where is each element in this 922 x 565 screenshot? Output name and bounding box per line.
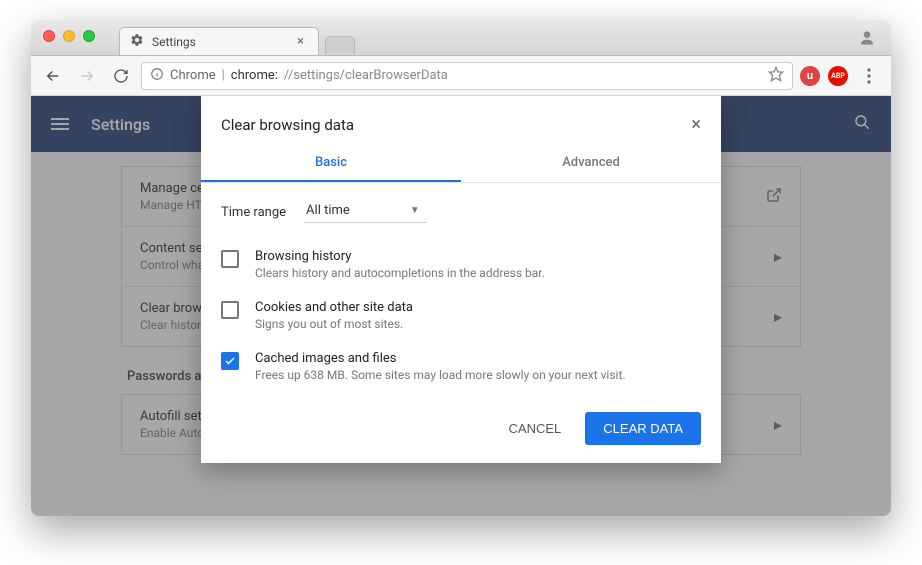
checkbox-subtitle: Signs you out of most sites. — [255, 317, 413, 331]
traffic-lights — [43, 30, 95, 42]
extension-abp-icon[interactable]: ABP — [827, 65, 849, 87]
tab-advanced[interactable]: Advanced — [461, 145, 721, 182]
tab-title: Settings — [152, 35, 196, 49]
new-tab-button[interactable] — [325, 36, 355, 54]
window-maximize-button[interactable] — [83, 30, 95, 42]
checkbox[interactable] — [221, 250, 239, 268]
forward-button[interactable] — [73, 62, 101, 90]
cancel-button[interactable]: CANCEL — [497, 412, 574, 445]
checkbox-list: Browsing history Clears history and auto… — [201, 233, 721, 398]
checkbox-title: Cached images and files — [255, 351, 626, 366]
tab-close-button[interactable]: × — [297, 34, 304, 49]
content-area: Settings Manage ce Manage HT — [31, 96, 891, 516]
reload-button[interactable] — [107, 62, 135, 90]
dialog-title: Clear browsing data — [221, 116, 354, 134]
checkbox-subtitle: Clears history and autocompletions in th… — [255, 266, 545, 280]
checkbox-subtitle: Frees up 638 MB. Some sites may load mor… — [255, 368, 626, 382]
url-path: //settings/clearBrowserData — [284, 68, 448, 83]
separator: | — [222, 68, 225, 83]
address-bar[interactable]: Chrome | chrome: //settings/clearBrowserD… — [141, 62, 793, 90]
tab-strip: Settings × — [119, 20, 355, 55]
browser-tab-settings[interactable]: Settings × — [119, 27, 319, 55]
tab-basic[interactable]: Basic — [201, 145, 461, 182]
profile-icon[interactable] — [857, 28, 877, 48]
bookmark-star-icon[interactable] — [768, 66, 784, 86]
omnibox-chip: Chrome — [170, 68, 216, 83]
time-range-label: Time range — [221, 205, 286, 220]
chevron-down-icon: ▼ — [410, 205, 420, 216]
info-icon — [150, 67, 164, 85]
checkbox-row-cached[interactable]: Cached images and files Frees up 638 MB.… — [221, 341, 701, 392]
titlebar: Settings × — [31, 20, 891, 56]
window-close-button[interactable] — [43, 30, 55, 42]
gear-icon — [130, 33, 144, 50]
checkbox[interactable] — [221, 352, 239, 370]
toolbar: Chrome | chrome: //settings/clearBrowserD… — [31, 56, 891, 96]
checkbox-title: Browsing history — [255, 249, 545, 264]
extension-u-icon[interactable]: u — [799, 65, 821, 87]
checkbox-row-browsing-history[interactable]: Browsing history Clears history and auto… — [221, 239, 701, 290]
url-scheme: chrome: — [231, 68, 278, 83]
clear-data-button[interactable]: CLEAR DATA — [585, 412, 701, 445]
browser-window: Settings × Chrome | chrome: //settings/cl… — [31, 20, 891, 516]
dialog-tabs: Basic Advanced — [201, 145, 721, 183]
clear-browsing-data-dialog: Clear browsing data × Basic Advanced Tim… — [201, 96, 721, 463]
window-minimize-button[interactable] — [63, 30, 75, 42]
checkbox-row-cookies[interactable]: Cookies and other site data Signs you ou… — [221, 290, 701, 341]
menu-button[interactable] — [855, 62, 883, 90]
back-button[interactable] — [39, 62, 67, 90]
checkbox[interactable] — [221, 301, 239, 319]
time-range-select[interactable]: All time ▼ — [304, 201, 426, 223]
close-button[interactable]: × — [691, 114, 701, 135]
time-range-value: All time — [306, 203, 350, 218]
checkbox-title: Cookies and other site data — [255, 300, 413, 315]
